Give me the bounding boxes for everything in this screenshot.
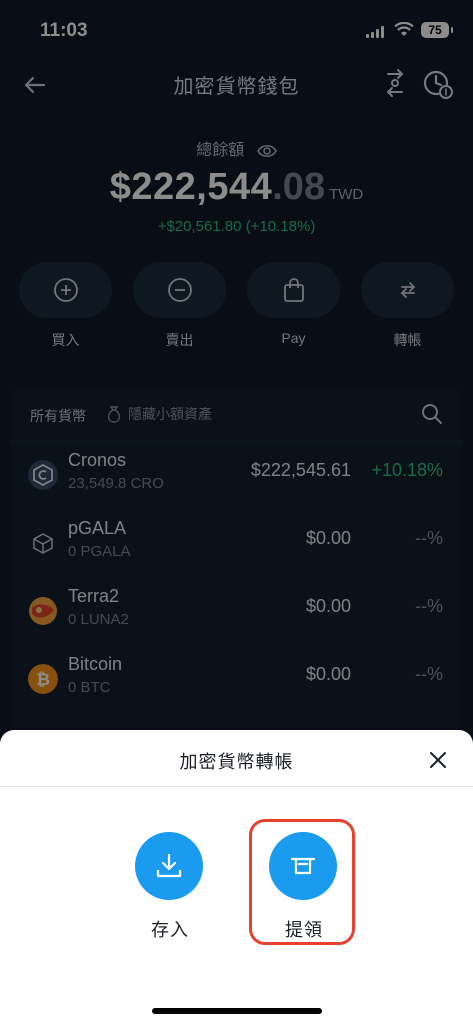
all-currencies-tab[interactable]: 所有貨幣 (30, 406, 86, 426)
asset-amount: 0 LUNA2 (68, 611, 129, 628)
quick-actions: 買入 賣出 Pay 轉帳 (19, 262, 455, 352)
bitcoin-icon: ₿ (28, 664, 58, 694)
svg-text:₿: ₿ (36, 670, 50, 690)
battery-icon: 75 (421, 22, 453, 38)
pay-button[interactable]: Pay (247, 262, 340, 346)
plus-circle-icon (53, 278, 78, 302)
asset-row-cronos[interactable]: Cronos 23,549.8 CRO $222,545.61 +10.18% (10, 442, 463, 510)
balance-currency: TWD (329, 186, 364, 203)
wallet-screen: 11:03 75 加密貨幣錢包 總餘額 $222,544.08 TWD +$20… (0, 0, 473, 1024)
money-bag-icon (107, 406, 121, 423)
buy-label: 買入 (51, 332, 80, 348)
transfer-label: 轉帳 (393, 332, 422, 348)
asset-name: Cronos (68, 450, 127, 470)
minus-circle-icon (167, 278, 192, 302)
asset-change: --% (415, 664, 443, 684)
sell-button[interactable]: 賣出 (133, 262, 226, 350)
shopping-bag-icon (283, 278, 304, 302)
deposit-button[interactable]: 存入 (135, 832, 205, 942)
asset-amount: 23,549.8 CRO (68, 475, 164, 492)
asset-name: Terra2 (68, 586, 120, 606)
balance-change: +$20,561.80 (+10.18%) (157, 218, 316, 235)
wifi-icon (394, 22, 414, 36)
clock-dollar-icon[interactable] (422, 68, 454, 100)
assets-panel: 所有貨幣 隱藏小額資產 Cronos 23,549.8 CRO $222,545… (10, 388, 463, 728)
asset-change: +10.18% (371, 460, 443, 480)
eye-icon[interactable] (256, 144, 277, 158)
balance-main: $222,544 (109, 166, 273, 208)
sheet-title: 加密貨幣轉帳 (179, 752, 294, 772)
asset-change: --% (415, 596, 443, 616)
balance-decimals: .08 (272, 166, 326, 208)
asset-row-pgala[interactable]: pGALA 0 PGALA $0.00 --% (10, 510, 463, 578)
asset-name: pGALA (68, 518, 127, 538)
asset-amount: 0 BTC (68, 679, 111, 696)
pay-label: Pay (281, 330, 306, 346)
balance-label: 總餘額 (196, 142, 245, 159)
balance-label-row: 總餘額 (0, 136, 473, 160)
asset-amount: 0 PGALA (68, 543, 131, 560)
sheet-divider (0, 786, 473, 787)
close-icon[interactable] (424, 746, 452, 774)
hide-small-assets-toggle[interactable]: 隱藏小額資產 (106, 404, 212, 424)
transfer-button[interactable]: 轉帳 (361, 262, 454, 350)
withdraw-highlight-outline (249, 819, 355, 945)
pgala-icon (33, 533, 53, 554)
deposit-label: 存入 (151, 920, 189, 940)
sell-label: 賣出 (165, 332, 194, 348)
search-icon[interactable] (420, 402, 444, 426)
download-tray-icon (156, 853, 182, 878)
terra2-icon (29, 597, 57, 625)
hide-small-assets-label: 隱藏小額資產 (128, 406, 212, 422)
signal-icon (366, 26, 386, 38)
status-time: 11:03 (40, 20, 88, 41)
asset-value: $0.00 (305, 528, 351, 548)
asset-row-bitcoin[interactable]: ₿ Bitcoin 0 BTC $0.00 --% (10, 646, 463, 714)
asset-value: $0.00 (305, 596, 351, 616)
asset-name: Bitcoin (68, 654, 123, 674)
home-indicator (152, 1008, 322, 1014)
total-balance: $222,544.08 TWD (0, 166, 473, 209)
buy-button[interactable]: 買入 (19, 262, 112, 350)
asset-row-terra2[interactable]: Terra2 0 LUNA2 $0.00 --% (10, 578, 463, 646)
transfer-bottom-sheet: 加密貨幣轉帳 存入 提領 (0, 730, 473, 1024)
transfer-arrows-icon (400, 282, 415, 298)
status-bar: 11:03 75 (0, 18, 473, 44)
asset-value: $222,545.61 (250, 460, 351, 480)
cronos-icon (28, 460, 58, 490)
assets-header: 所有貨幣 隱藏小額資產 (10, 388, 463, 442)
asset-value: $0.00 (305, 664, 351, 684)
asset-change: --% (415, 528, 443, 548)
swap-history-icon[interactable] (380, 68, 410, 98)
